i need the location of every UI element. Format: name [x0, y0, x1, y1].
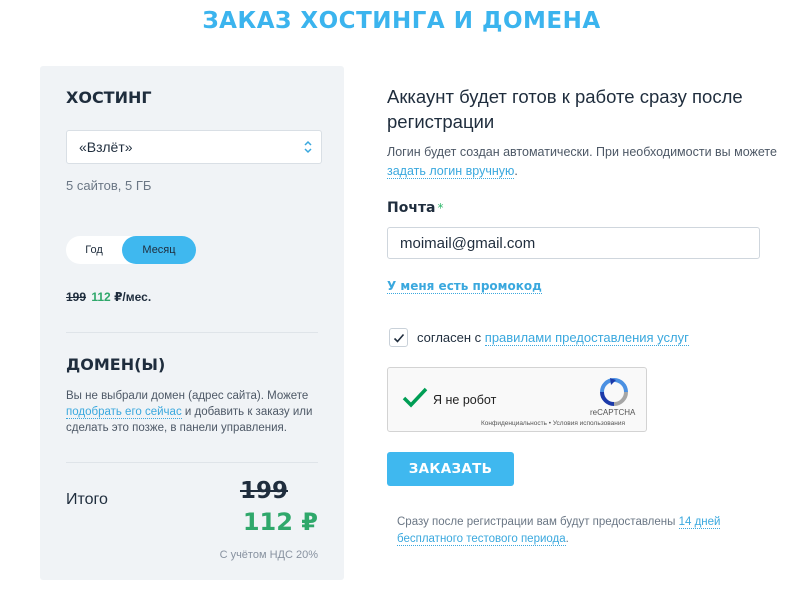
period-toggle: Год Месяц — [66, 236, 196, 264]
select-arrows-icon — [304, 140, 312, 154]
vat-note: С учётом НДС 20% — [219, 549, 318, 561]
recaptcha-widget[interactable]: Я не робот reCAPTCHA Конфиденциальность … — [387, 367, 647, 432]
trial-note: Сразу после регистрации вам будут предос… — [397, 516, 721, 546]
captcha-check-icon — [402, 387, 428, 408]
captcha-brand: reCAPTCHA — [590, 408, 636, 417]
period-month-option[interactable]: Месяц — [122, 236, 196, 264]
old-monthly-price: 199 — [66, 290, 87, 304]
plan-description: 5 сайтов, 5 ГБ — [66, 178, 152, 193]
checkmark-icon — [393, 333, 405, 343]
plan-select[interactable]: «Взлёт» — [66, 130, 322, 164]
email-label: Почта * — [387, 200, 444, 216]
login-note: Логин будет создан автоматически. При не… — [387, 145, 777, 179]
recaptcha-logo-icon — [600, 378, 628, 406]
plan-select-value: «Взлёт» — [79, 139, 133, 155]
email-field[interactable] — [387, 227, 760, 259]
domain-section-title: ДОМЕН(Ы) — [66, 355, 166, 374]
agree-checkbox[interactable] — [389, 328, 408, 347]
pick-domain-link[interactable]: подобрать его сейчас — [66, 406, 182, 419]
total-old-price: 199 — [239, 478, 288, 504]
total-label: Итого — [66, 491, 108, 508]
monthly-price: 199 112 ₽/мес. — [66, 290, 151, 304]
order-summary-panel: ХОСТИНГ «Взлёт» 5 сайтов, 5 ГБ Год Месяц… — [40, 66, 344, 580]
domain-info-text: Вы не выбрали домен (адрес сайта). Может… — [66, 390, 313, 434]
total-new-price: 112 ₽ — [242, 508, 318, 536]
captcha-terms[interactable]: Конфиденциальность • Условия использован… — [481, 420, 625, 427]
divider — [66, 462, 318, 463]
divider — [66, 332, 318, 333]
new-monthly-price: 112 — [91, 290, 111, 304]
order-button[interactable]: ЗАКАЗАТЬ — [387, 452, 514, 486]
set-login-manually-link[interactable]: задать логин вручную — [387, 164, 515, 179]
price-unit: ₽/мес. — [110, 290, 152, 304]
page-title: ЗАКАЗ ХОСТИНГА И ДОМЕНА — [202, 8, 601, 34]
period-year-option[interactable]: Год — [66, 236, 122, 264]
form-heading: Аккаунт будет готов к работе сразу после… — [387, 86, 743, 132]
hosting-section-title: ХОСТИНГ — [66, 88, 152, 107]
captcha-label: Я не робот — [433, 393, 497, 407]
promo-code-link[interactable]: У меня есть промокод — [387, 279, 542, 294]
required-mark: * — [437, 201, 444, 215]
agree-text: согласен с правилами предоставления услу… — [417, 330, 689, 346]
terms-link[interactable]: правилами предоставления услуг — [484, 330, 689, 346]
